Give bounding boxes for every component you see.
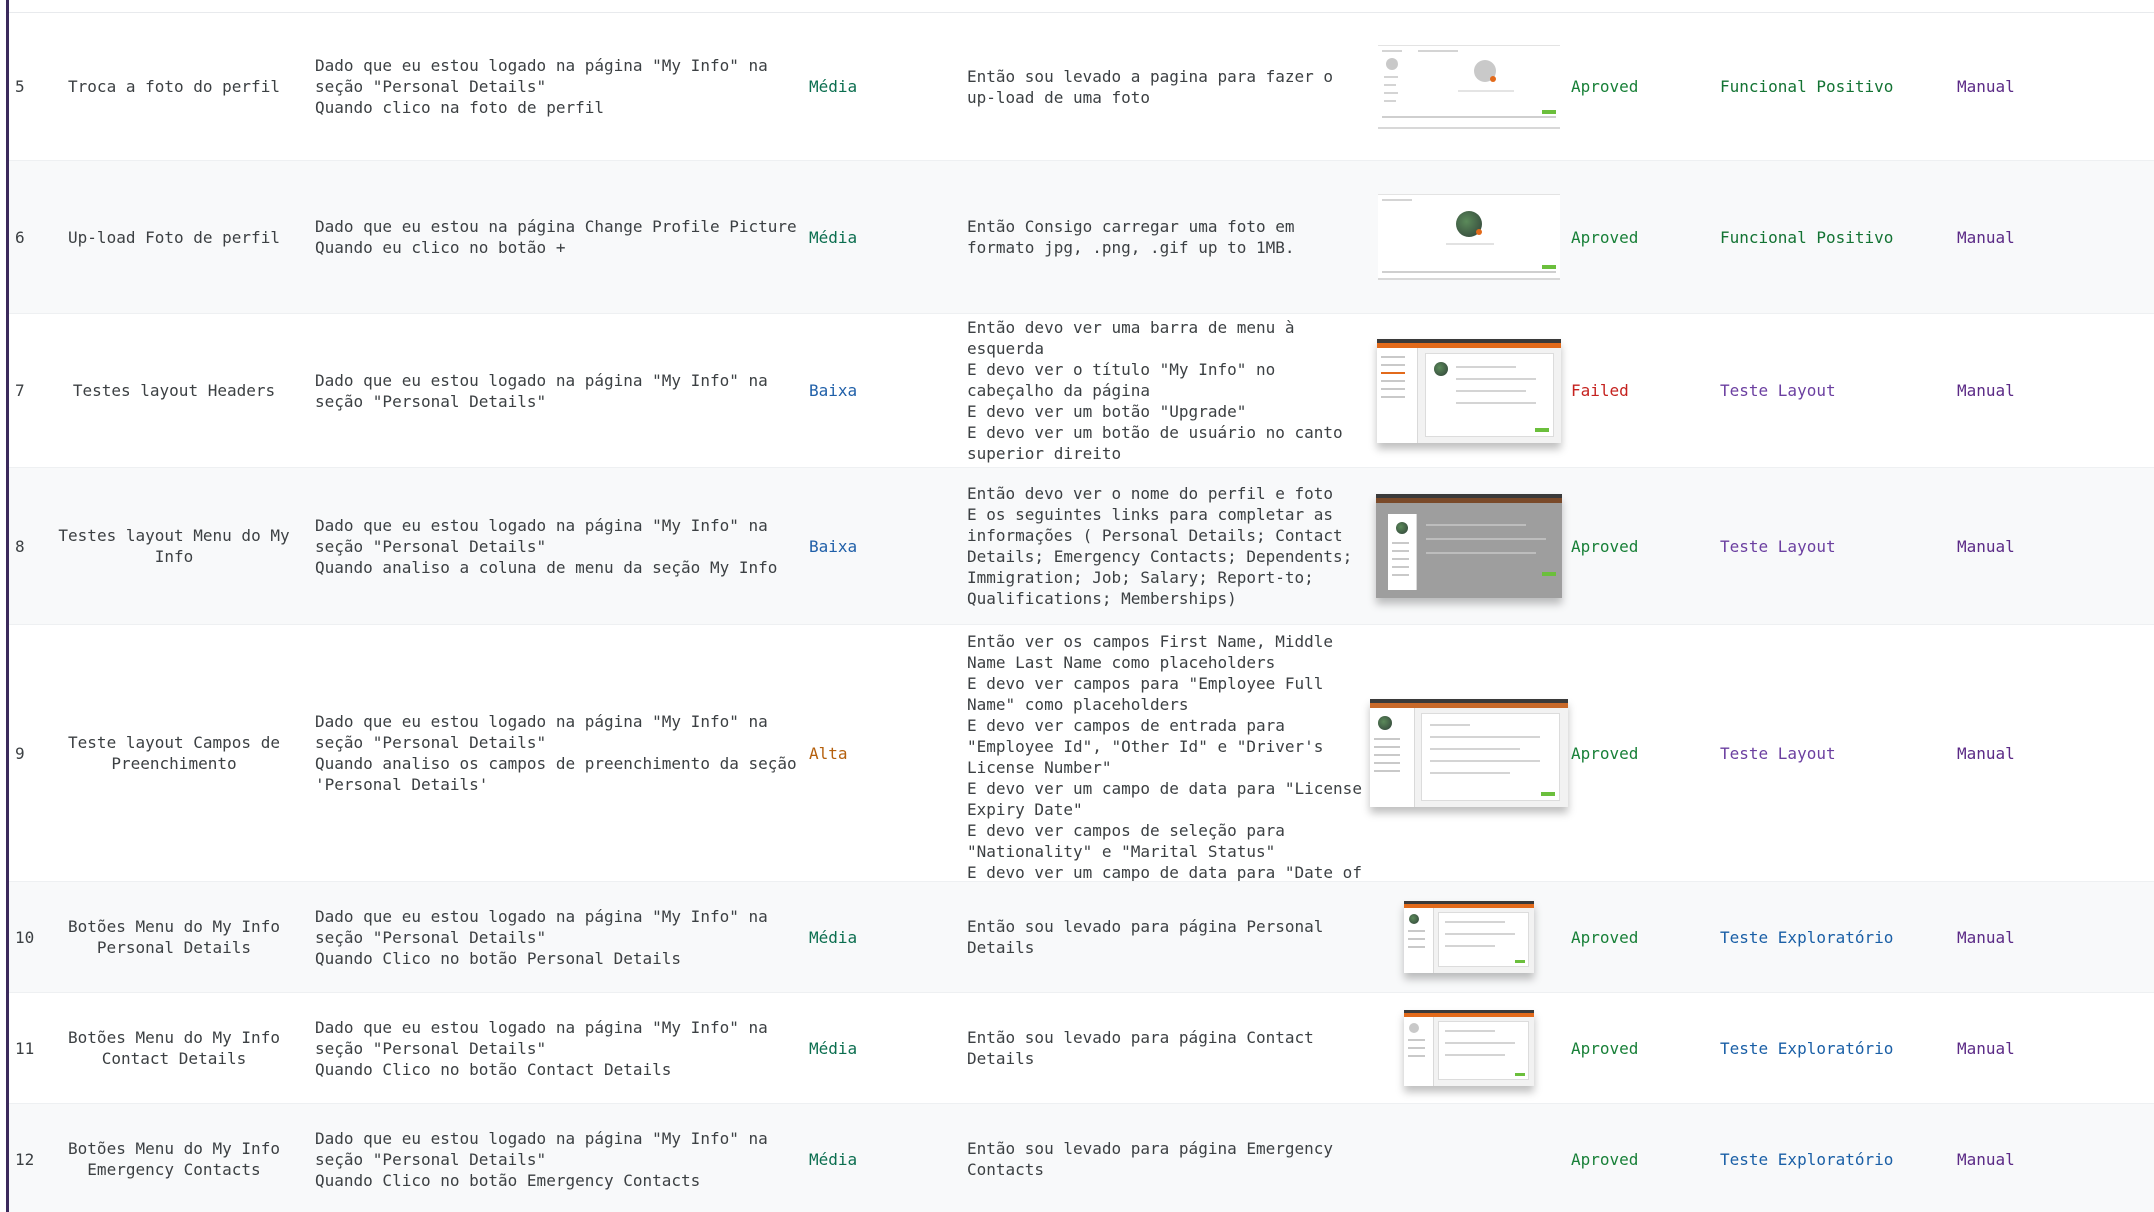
case-title: Testes layout Headers [72, 381, 276, 400]
case-execution: Manual [1957, 227, 2015, 247]
case-status: Failed [1571, 381, 1629, 400]
table-row[interactable]: 7 Testes layout Headers Dado que eu esto… [9, 314, 2154, 468]
evidence-screenshot-thumbnail[interactable] [1370, 699, 1568, 807]
case-precondition: Dado que eu estou logado na página "My I… [315, 56, 768, 117]
evidence-screenshot-thumbnail[interactable] [1378, 44, 1560, 129]
table-row[interactable]: 11 Botões Menu do My Info Contact Detail… [9, 993, 2154, 1104]
evidence-screenshot-thumbnail[interactable] [1378, 194, 1560, 280]
case-id: 7 [15, 381, 25, 400]
case-id: 9 [15, 743, 25, 763]
case-id: 8 [15, 536, 25, 556]
case-expected-result: Então devo ver uma barra de menu à esque… [967, 318, 1343, 463]
table-row[interactable]: 10 Botões Menu do My Info Personal Detai… [9, 882, 2154, 993]
case-precondition: Dado que eu estou logado na página "My I… [315, 515, 778, 577]
case-expected-result: Então sou levado para página Emergency C… [967, 1139, 1334, 1179]
table-row[interactable]: 8 Testes layout Menu do My Info Dado que… [9, 468, 2154, 625]
case-expected-result: Então Consigo carregar uma foto em forma… [967, 217, 1295, 257]
case-status: Aproved [1571, 1038, 1639, 1058]
case-status: Aproved [1571, 1149, 1639, 1169]
case-priority: Média [809, 77, 858, 96]
case-execution: Manual [1957, 743, 2015, 763]
case-priority: Média [809, 227, 858, 247]
test-case-sheet: 5 Troca a foto do perfil Dado que eu est… [0, 0, 2154, 1212]
case-execution: Manual [1957, 1149, 2015, 1169]
case-id: 5 [15, 77, 25, 96]
table-row[interactable]: 12 Botões Menu do My Info Emergency Cont… [9, 1104, 2154, 1212]
case-status: Aproved [1571, 927, 1639, 947]
evidence-screenshot-thumbnail[interactable] [1404, 1010, 1534, 1086]
evidence-screenshot-cell [1369, 625, 1569, 881]
case-priority: Média [809, 1149, 858, 1169]
case-title: Troca a foto do perfil [68, 77, 280, 96]
case-test-type: Teste Layout [1720, 536, 1836, 556]
case-status: Aproved [1571, 227, 1639, 247]
case-priority: Média [809, 1038, 858, 1058]
table-row[interactable]: 5 Troca a foto do perfil Dado que eu est… [9, 13, 2154, 161]
case-precondition: Dado que eu estou logado na página "My I… [315, 1128, 768, 1190]
case-execution: Manual [1957, 536, 2015, 556]
case-priority: Baixa [809, 536, 858, 556]
case-precondition: Dado que eu estou logado na página "My I… [315, 712, 797, 794]
case-execution: Manual [1957, 381, 2015, 400]
case-test-type: Funcional Positivo [1720, 77, 1894, 96]
case-id: 6 [15, 227, 25, 247]
case-priority: Alta [809, 743, 848, 763]
test-cases-table: 5 Troca a foto do perfil Dado que eu est… [9, 13, 2154, 1212]
case-execution: Manual [1957, 1038, 2015, 1058]
case-expected-result: Então sou levado para página Personal De… [967, 917, 1324, 957]
evidence-screenshot-cell [1369, 13, 1569, 160]
case-id: 12 [15, 1149, 35, 1169]
evidence-screenshot-thumbnail[interactable] [1404, 901, 1534, 973]
case-execution: Manual [1957, 927, 2015, 947]
case-precondition: Dado que eu estou logado na página "My I… [315, 906, 768, 968]
case-test-type: Teste Layout [1720, 743, 1836, 763]
evidence-screenshot-cell [1369, 314, 1569, 467]
case-id: 11 [15, 1038, 35, 1058]
case-status: Aproved [1571, 743, 1639, 763]
case-precondition: Dado que eu estou logado na página "My I… [315, 1017, 768, 1079]
case-title: Testes layout Menu do My Info [58, 526, 290, 566]
evidence-screenshot-cell [1369, 161, 1569, 313]
evidence-screenshot-cell [1369, 468, 1569, 624]
case-status: Aproved [1571, 77, 1639, 96]
case-priority: Média [809, 927, 858, 947]
case-expected-result: Então sou levado para página Contact Det… [967, 1028, 1314, 1068]
case-test-type: Teste Exploratório [1720, 1149, 1894, 1169]
case-priority: Baixa [809, 381, 858, 400]
case-expected-result: Então ver os campos First Name, Middle N… [967, 632, 1362, 881]
case-test-type: Teste Exploratório [1720, 927, 1894, 947]
case-test-type: Teste Exploratório [1720, 1038, 1894, 1058]
case-expected-result: Então sou levado a pagina para fazer o u… [967, 66, 1334, 107]
case-title: Botões Menu do My Info Contact Details [68, 1028, 280, 1068]
evidence-screenshot-cell [1369, 1104, 1569, 1212]
case-title: Botões Menu do My Info Emergency Contact… [68, 1139, 280, 1179]
evidence-screenshot-thumbnail[interactable] [1376, 494, 1562, 598]
evidence-screenshot-thumbnail[interactable] [1377, 338, 1561, 443]
case-title: Botões Menu do My Info Personal Details [68, 917, 280, 957]
case-precondition: Dado que eu estou na página Change Profi… [315, 217, 797, 257]
evidence-screenshot-cell [1369, 882, 1569, 992]
evidence-screenshot-cell [1369, 993, 1569, 1103]
case-precondition: Dado que eu estou logado na página "My I… [315, 370, 768, 411]
case-title: Teste layout Campos de Preenchimento [68, 733, 280, 773]
case-test-type: Funcional Positivo [1720, 227, 1894, 247]
case-execution: Manual [1957, 77, 2015, 96]
table-row[interactable]: 9 Teste layout Campos de Preenchimento D… [9, 625, 2154, 882]
case-title: Up-load Foto de perfil [68, 227, 280, 247]
case-expected-result: Então devo ver o nome do perfil e foto E… [967, 484, 1353, 608]
case-id: 10 [15, 927, 35, 947]
case-test-type: Teste Layout [1720, 381, 1836, 400]
table-row[interactable]: 6 Up-load Foto de perfil Dado que eu est… [9, 161, 2154, 314]
case-status: Aproved [1571, 536, 1639, 556]
